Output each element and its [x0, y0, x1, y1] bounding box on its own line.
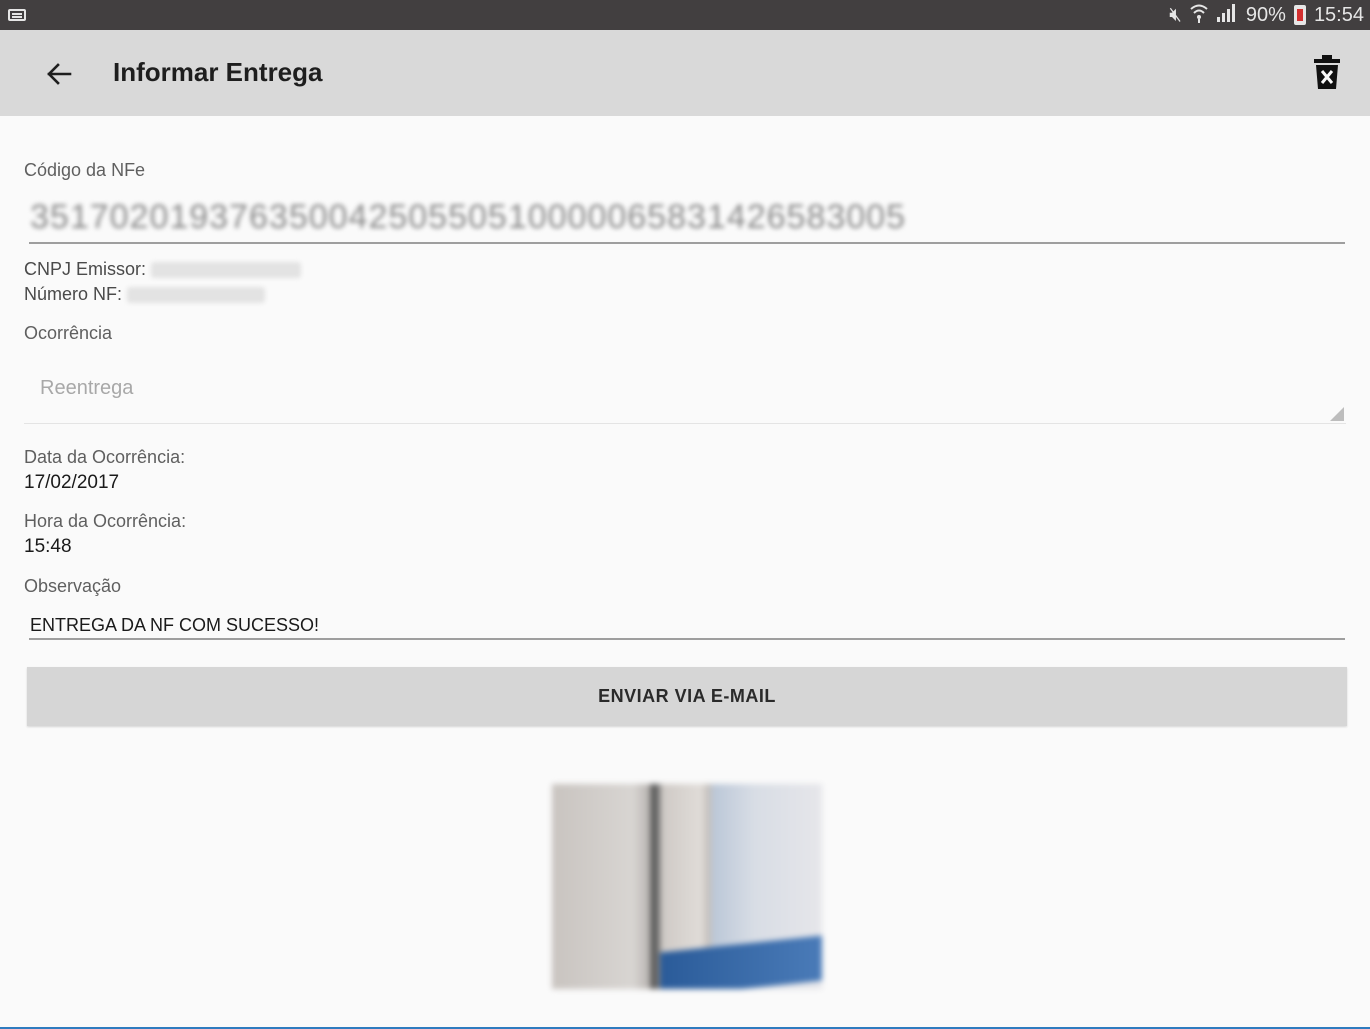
cnpj-label: CNPJ Emissor:	[24, 259, 147, 279]
data-value: 17/02/2017	[24, 472, 120, 493]
nfe-code-field[interactable]: 3517020193763500425055051000006583142658…	[30, 198, 906, 237]
data-label: Data da Ocorrência:	[24, 447, 186, 467]
wifi-icon	[1190, 3, 1208, 27]
status-time: 15:54	[1313, 3, 1364, 26]
obs-label: Observação	[24, 576, 122, 596]
dropdown-arrow-icon	[1330, 407, 1344, 421]
trash-x-icon	[1314, 55, 1340, 89]
hora-label: Hora da Ocorrência:	[24, 511, 187, 531]
send-email-button[interactable]: ENVIAR VIA E-MAIL	[27, 667, 1347, 726]
nfe-label: Código da NFe	[24, 160, 146, 180]
ocorrencia-selected: Reentrega	[40, 377, 134, 399]
delivery-photo[interactable]	[552, 784, 822, 989]
app-bar: Informar Entrega	[0, 30, 1370, 116]
delete-button[interactable]	[1312, 54, 1346, 94]
cnpj-value-redacted	[151, 262, 302, 279]
obs-underline	[29, 638, 1345, 640]
keyboard-icon	[8, 9, 26, 21]
numero-row: Número NF:	[24, 284, 266, 305]
nfe-underline	[29, 242, 1345, 244]
arrow-left-icon	[47, 63, 72, 85]
hora-value: 15:48	[24, 536, 72, 557]
numero-value-redacted	[127, 287, 266, 304]
cnpj-row: CNPJ Emissor:	[24, 259, 302, 280]
back-button[interactable]	[42, 57, 76, 91]
ocorrencia-label: Ocorrência	[24, 323, 113, 343]
ocorrencia-dropdown[interactable]: Reentrega	[24, 360, 1346, 424]
numero-label: Número NF:	[24, 284, 123, 304]
obs-input[interactable]	[30, 612, 1344, 638]
page-title: Informar Entrega	[113, 57, 323, 87]
battery-percent: 90%	[1245, 3, 1286, 26]
mute-icon: 🔇︎	[1169, 4, 1182, 26]
signal-icon	[1216, 2, 1238, 28]
battery-icon	[1293, 5, 1306, 25]
status-bar: 🔇︎ 90% 15:54	[0, 0, 1370, 30]
